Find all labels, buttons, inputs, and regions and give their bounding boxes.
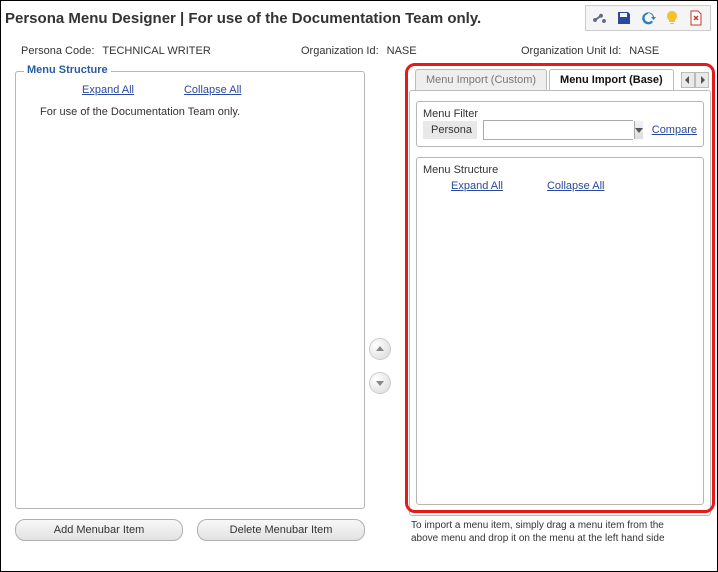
left-menu-structure-fieldset: Menu Structure Expand All Collapse All F… [15,71,365,509]
persona-combo[interactable] [483,120,633,140]
tab-scroll-right[interactable] [695,72,709,88]
org-id-value: NASE [387,45,417,57]
org-id-label: Organization Id: [301,45,379,57]
toolbar [585,5,711,31]
collapse-all-link-left[interactable]: Collapse All [184,84,241,96]
app-window: Persona Menu Designer | For use of the D… [0,0,718,572]
org-id-field: Organization Id: NASE [301,45,521,57]
persona-code-value: TECHNICAL WRITER [102,45,210,57]
tab-scroll-left[interactable] [681,72,695,88]
right-tree-actions: Expand All Collapse All [423,176,697,196]
delete-doc-icon[interactable] [684,8,708,28]
button-row: Add Menubar Item Delete Menubar Item [15,519,365,541]
delete-menubar-item-button[interactable]: Delete Menubar Item [197,519,365,541]
page-title: Persona Menu Designer | For use of the D… [5,10,481,27]
persona-code-label: Persona Code: [21,45,94,57]
persona-combo-input[interactable] [484,121,634,139]
left-column: Menu Structure Expand All Collapse All F… [15,67,365,545]
menu-filter-fieldset: Menu Filter Persona Compare [416,101,704,147]
persona-combo-dropdown-button[interactable] [634,121,643,139]
tab-menu-import-base[interactable]: Menu Import (Base) [549,69,674,90]
import-hint-text: To import a menu item, simply drag a men… [409,516,711,545]
persona-code-field: Persona Code: TECHNICAL WRITER [21,45,301,57]
org-unit-id-value: NASE [629,45,659,57]
right-column: Menu Import (Custom) Menu Import (Base) … [409,67,711,545]
tabs-row: Menu Import (Custom) Menu Import (Base) [409,67,711,90]
mid-scroll-column [365,67,395,545]
org-unit-id-label: Organization Unit Id: [521,45,621,57]
scroll-down-button[interactable] [369,372,391,394]
menu-filter-legend: Menu Filter [423,108,697,120]
filter-row: Persona Compare [423,120,697,140]
tab-nav [681,72,709,88]
persona-filter-label: Persona [423,121,477,139]
right-menu-structure-fieldset: Menu Structure Expand All Collapse All [416,157,704,505]
hint-lightbulb-icon[interactable] [660,8,684,28]
expand-all-link-left[interactable]: Expand All [82,84,134,96]
save-icon[interactable] [612,8,636,28]
left-tree-actions: Expand All Collapse All [22,78,358,102]
hint-line-1: To import a menu item, simply drag a men… [411,520,709,533]
header-row: Persona Menu Designer | For use of the D… [1,1,717,37]
left-menu-structure-legend: Menu Structure [24,64,111,76]
collapse-all-link-right[interactable]: Collapse All [547,180,604,192]
tree-root-item[interactable]: For use of the Documentation Team only. [22,102,358,120]
org-unit-id-field: Organization Unit Id: NASE [521,45,659,57]
info-row: Persona Code: TECHNICAL WRITER Organizat… [1,37,717,63]
add-menubar-item-button[interactable]: Add Menubar Item [15,519,183,541]
right-menu-structure-legend: Menu Structure [423,164,697,176]
main-row: Menu Structure Expand All Collapse All F… [1,63,717,545]
scroll-up-button[interactable] [369,338,391,360]
tab-menu-import-custom[interactable]: Menu Import (Custom) [415,69,547,90]
hint-line-2: above menu and drop it on the menu at th… [411,533,709,546]
expand-all-link-right[interactable]: Expand All [451,180,503,192]
compare-link[interactable]: Compare [652,124,697,136]
relations-icon[interactable] [588,8,612,28]
right-panel-body: Menu Filter Persona Compare Menu Stru [409,90,711,516]
refresh-icon[interactable] [636,8,660,28]
